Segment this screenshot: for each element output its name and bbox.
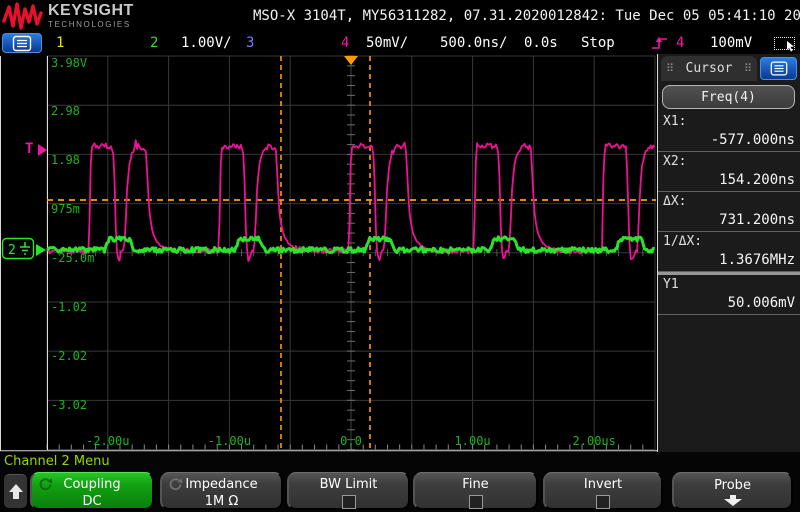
trigger-marker-label: T [25, 141, 33, 157]
invert-checkbox[interactable] [596, 495, 610, 509]
hamburger-menu-icon [769, 60, 789, 77]
ground-marker-channel: 2 [8, 243, 16, 258]
trigger-level[interactable]: 100mV [710, 35, 752, 51]
y-label: -1.02 [51, 300, 87, 314]
x-label: -1.00u [208, 434, 251, 448]
cycle-icon [38, 477, 53, 492]
softkey-label: Impedance [168, 477, 275, 492]
run-state[interactable]: Stop [581, 35, 615, 51]
y-label: -3.02 [51, 398, 87, 412]
channel2-ground-marker[interactable]: 2 [3, 239, 47, 259]
trigger-level-marker[interactable]: T [25, 141, 47, 157]
drag-handle-icon[interactable]: ⠿ [666, 63, 674, 74]
timebase-delay[interactable]: 0.0s [524, 35, 558, 51]
cursor-row-label: 1/ΔX: [663, 234, 702, 249]
cursor-panel-title: Cursor [686, 61, 733, 76]
y-label: -2.02 [51, 349, 87, 363]
cursor-row-value: 50.006mV [728, 295, 795, 311]
cursor-row-label: X2: [663, 154, 686, 169]
cursor-row-value: 1.3676MHz [719, 252, 795, 268]
channel2-scale[interactable]: 1.00V/ [181, 35, 232, 51]
y-axis-labels: 3.98V 2.98 1.98 975m -25.0m -1.02 -2.02 … [51, 56, 94, 412]
cursor-mode-button[interactable]: Freq(4) [662, 85, 795, 109]
channel3-badge[interactable]: 3 [246, 35, 254, 51]
fine-checkbox[interactable] [469, 495, 483, 509]
cursor-row-value: -577.000ns [711, 132, 795, 148]
brand-block: KEYSIGHT TECHNOLOGIES [48, 3, 134, 29]
waveform-display[interactable]: 3.98V 2.98 1.98 975m -25.0m -1.02 -2.02 … [0, 54, 657, 452]
bw-limit-checkbox[interactable] [342, 495, 356, 509]
softkey-bw-limit[interactable]: BW Limit [287, 472, 410, 510]
channel1-badge[interactable]: 1 [56, 35, 64, 51]
y-label: 3.98V [51, 56, 87, 70]
cursor-row-dx: ΔX: 731.200ns [658, 192, 800, 232]
x-label: 1.00u [455, 434, 491, 448]
timebase-scale[interactable]: 500.0ns/ [440, 35, 507, 51]
softkey-invert[interactable]: Invert [543, 472, 663, 510]
cursor-row-y1: Y1 50.006mV [658, 272, 800, 315]
x-axis-labels: -2.00u -1.00u 0.0 1.00u 2.00us [86, 434, 616, 448]
cursor-row-x1: X1: -577.000ns [658, 112, 800, 152]
softkey-label: Probe [680, 478, 785, 493]
cursor-row-label: X1: [663, 114, 686, 129]
channel2-badge[interactable]: 2 [150, 35, 158, 51]
cursor-row-value: 731.200ns [719, 212, 795, 228]
y-label: 1.98 [51, 153, 80, 167]
softkey-menu-bar: Channel 2 Menu Coupling DC Impedance 1M … [0, 452, 800, 512]
brand-subtitle: TECHNOLOGIES [48, 21, 134, 29]
cursor-row-inv-dx: 1/ΔX: 1.3676MHz [658, 232, 800, 272]
softkey-label: Coupling [38, 477, 146, 492]
cursor-row-value: 154.200ns [719, 172, 795, 188]
x-label: -2.00u [86, 434, 129, 448]
softkey-value: 1M Ω [168, 494, 275, 509]
softkey-coupling[interactable]: Coupling DC [30, 472, 154, 510]
drag-handle-icon[interactable]: ⠿ [744, 63, 752, 74]
time-reference-marker[interactable] [344, 56, 358, 65]
channel4-scale[interactable]: 50mV/ [366, 35, 408, 51]
cursor-row-label: Y1 [663, 277, 679, 292]
cursor-menu-button[interactable] [760, 57, 797, 80]
x-label: 0.0 [340, 434, 362, 448]
cursor-row-x2: X2: 154.200ns [658, 152, 800, 192]
cursor-panel-tab[interactable]: ⠿ Cursor ⠿ [661, 56, 757, 81]
softkey-probe[interactable]: Probe [672, 472, 793, 510]
down-arrow-icon [722, 495, 744, 507]
hamburger-menu-icon [11, 35, 33, 52]
brand-name: KEYSIGHT [48, 3, 134, 19]
trigger-source[interactable]: 4 [676, 35, 684, 51]
cursor-readouts: X1: -577.000ns X2: 154.200ns ΔX: 731.200… [658, 112, 800, 315]
title-bar: KEYSIGHT TECHNOLOGIES MSO-X 3104T, MY563… [0, 0, 800, 32]
mouse-pointer-icon [786, 41, 797, 52]
x-label: 2.00us [573, 434, 616, 448]
softkey-label: Fine [421, 477, 530, 492]
menu-back-button[interactable] [4, 474, 27, 508]
cursor-panel: ⠿ Cursor ⠿ Freq(4) X1: -577.000ns X2: 15… [657, 54, 800, 452]
keysight-logo-icon [2, 1, 44, 31]
y-label: 2.98 [51, 104, 80, 118]
softkey-label: Invert [551, 477, 655, 492]
softkey-fine[interactable]: Fine [413, 472, 538, 510]
main-menu-button[interactable] [2, 33, 42, 53]
up-arrow-icon [7, 482, 25, 501]
softkey-impedance[interactable]: Impedance 1M Ω [160, 472, 283, 510]
status-bar: 1 2 1.00V/ 3 4 50mV/ 500.0ns/ 0.0s Stop … [0, 32, 800, 54]
instrument-title: MSO-X 3104T, MY56311282, 07.31.202001284… [253, 8, 800, 24]
menu-title: Channel 2 Menu [4, 454, 110, 469]
cycle-icon [168, 477, 183, 492]
softkey-label: BW Limit [295, 477, 402, 492]
channel4-badge[interactable]: 4 [341, 35, 349, 51]
cursor-row-label: ΔX: [663, 194, 686, 209]
softkey-value: DC [38, 494, 146, 509]
y-label: 975m [51, 202, 80, 216]
trigger-edge-icon [650, 35, 670, 51]
oscilloscope-screen: KEYSIGHT TECHNOLOGIES MSO-X 3104T, MY563… [0, 0, 800, 512]
